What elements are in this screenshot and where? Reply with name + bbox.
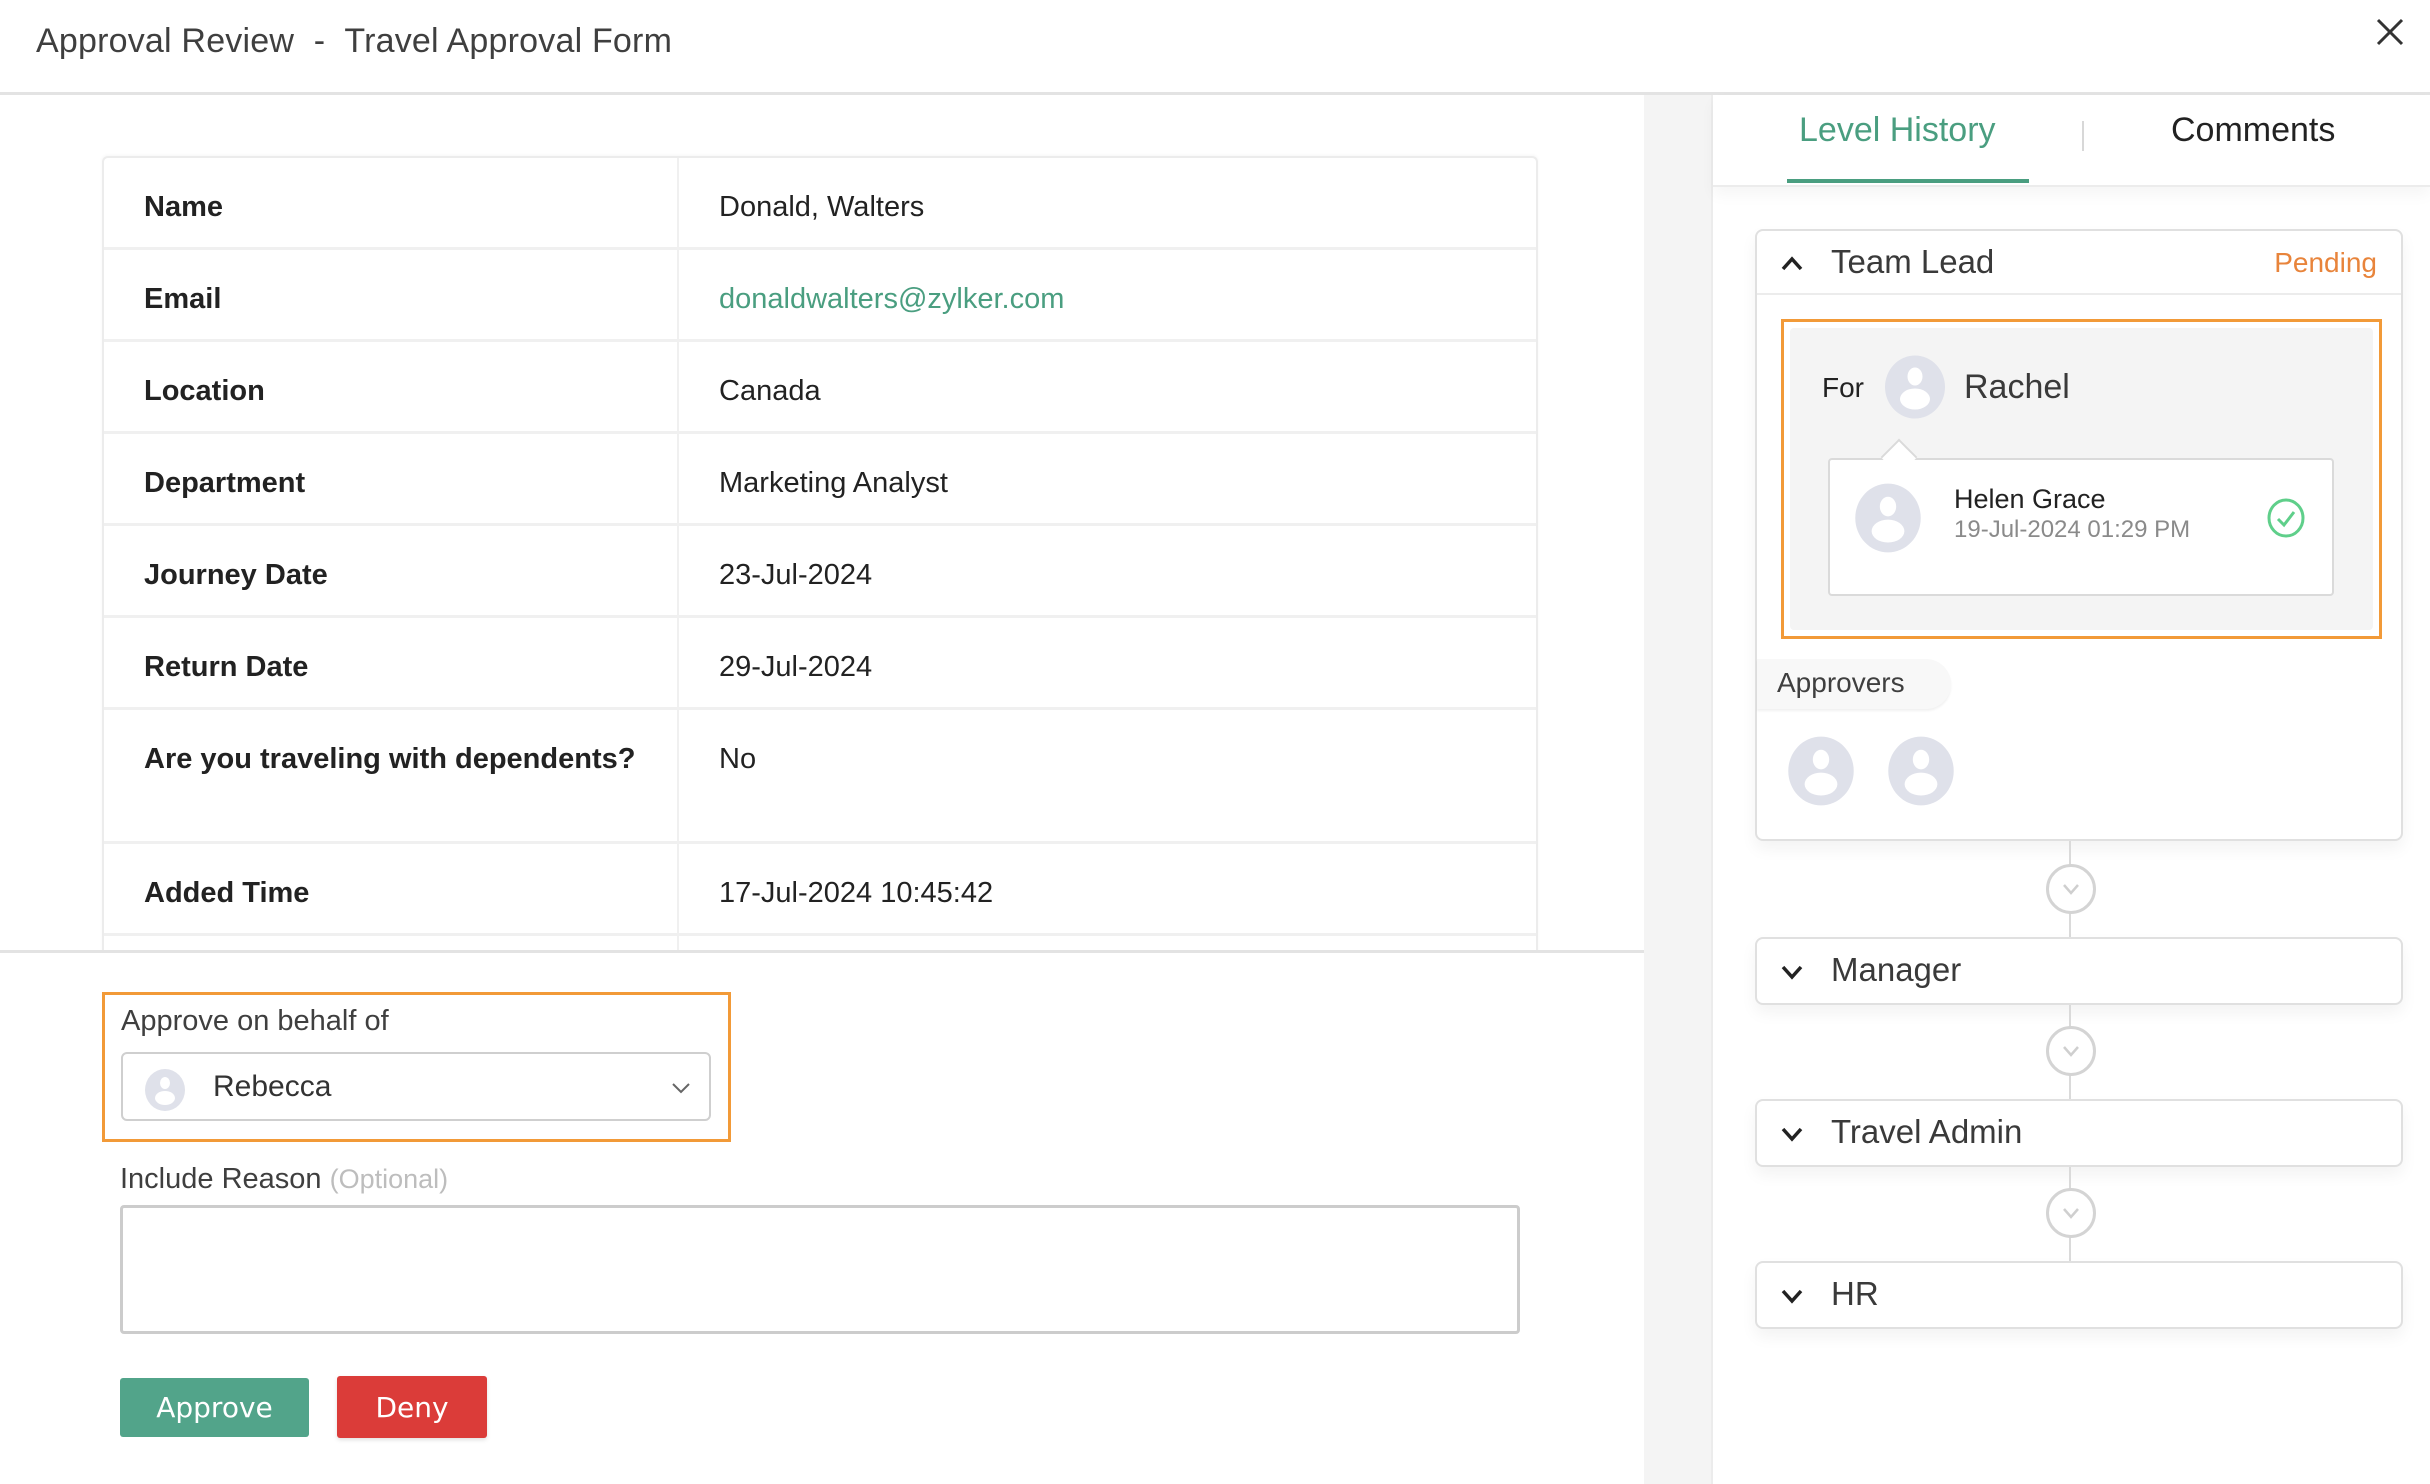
table-row: Email donaldwalters@zylker.com [104,250,1536,342]
tab-level-history[interactable]: Level History [1799,111,1996,150]
approver-avatar-icon[interactable] [1785,735,1857,807]
delegate-name: Helen Grace [1954,484,2106,514]
chevron-down-icon [672,1083,690,1094]
field-value: Canada [719,375,821,407]
dialog-header: Approval Review - Travel Approval Form [0,0,2430,95]
approve-on-behalf-section: Approve on behalf of Rebecca [102,992,731,1142]
field-label [104,936,679,950]
delegation-highlight: For Rachel Helen Grace 19-Jul-2024 01:29… [1781,319,2382,639]
table-row: Location Canada [104,342,1536,434]
record-panel: Name Donald, Walters Email donaldwalters… [0,95,1644,1484]
for-label: For [1822,372,1864,403]
record-details-table: Name Donald, Walters Email donaldwalters… [102,156,1538,950]
approve-button[interactable]: Approve [120,1378,309,1437]
chevron-down-icon [2063,884,2079,895]
level-name: Team Lead [1831,243,1995,280]
side-panel: Level History Comments Team Lead Pending… [1713,95,2430,1484]
level-name: Manager [1831,951,1962,988]
field-label: Department [104,434,679,523]
level-name: Travel Admin [1831,1113,2023,1150]
field-value: No [719,743,757,775]
pointer-notch [1880,438,1918,476]
approve-on-behalf-select[interactable]: Rebecca [121,1052,711,1121]
title-separator: - [313,22,326,60]
approvers-label: Approvers [1757,659,1951,709]
level-card-manager: Manager [1755,937,2403,1005]
section-divider [0,950,1644,953]
field-value [679,936,1536,950]
table-row: Name Donald, Walters [104,158,1536,250]
tab-comments[interactable]: Comments [2171,111,2335,150]
approve-on-behalf-label: Approve on behalf of [121,1005,389,1037]
user-avatar-icon [143,1068,187,1112]
field-value: Marketing Analyst [719,467,948,499]
level-header-manager[interactable]: Manager [1757,939,2401,1003]
close-button[interactable] [2370,12,2410,52]
reason-label: Include Reason (Optional) [120,1163,448,1196]
table-row: Department Marketing Analyst [104,434,1536,526]
field-label: Return Date [104,618,679,707]
active-tab-indicator [1787,179,2029,183]
title-prefix: Approval Review [36,22,295,60]
level-card-team-lead: Team Lead Pending For Rachel Helen Grace… [1755,229,2403,841]
field-label: Location [104,342,679,431]
table-row: Added Time 17-Jul-2024 10:45:42 [104,844,1536,936]
chevron-down-icon [1781,1289,1803,1304]
field-value: 29-Jul-2024 [719,651,873,683]
chevron-down-icon [2063,1208,2079,1219]
table-row [104,936,1536,950]
record-scroll-area[interactable]: Name Donald, Walters Email donaldwalters… [0,95,1644,950]
check-circle-icon [2267,498,2305,538]
delegate-timestamp: 19-Jul-2024 01:29 PM [1954,516,2191,543]
title-form-name: Travel Approval Form [344,22,673,60]
level-status-badge: Pending [2274,247,2377,278]
reason-textarea[interactable] [120,1205,1520,1334]
chevron-down-icon [1781,1127,1803,1142]
field-label: Name [104,158,679,247]
user-avatar-icon [1852,482,1924,554]
email-link[interactable]: donaldwalters@zylker.com [679,250,1536,339]
table-row: Are you traveling with dependents? No [104,710,1536,844]
field-value: Donald, Walters [719,191,925,223]
optional-hint: (Optional) [329,1164,449,1194]
reason-label-text: Include Reason [120,1163,322,1195]
level-card-hr: HR [1755,1261,2403,1329]
table-row: Return Date 29-Jul-2024 [104,618,1536,710]
tab-divider [2082,121,2084,151]
approver-avatar-icon[interactable] [1885,735,1957,807]
level-header-travel-admin[interactable]: Travel Admin [1757,1101,2401,1165]
field-label: Are you traveling with dependents? [104,710,679,841]
level-connector [2046,1026,2096,1076]
level-name: HR [1831,1275,1879,1312]
delegate-approver-card: Helen Grace 19-Jul-2024 01:29 PM [1828,438,2334,596]
level-connector [2046,864,2096,914]
deny-button[interactable]: Deny [337,1376,487,1438]
original-approver-name: Rachel [1964,368,2070,406]
field-label: Added Time [104,844,679,933]
field-value: 23-Jul-2024 [719,559,873,591]
field-label: Journey Date [104,526,679,615]
close-icon [2376,18,2404,46]
side-tabs: Level History Comments [1713,95,2430,187]
field-label: Email [104,250,679,339]
level-header-team-lead[interactable]: Team Lead Pending [1757,231,2401,295]
chevron-down-icon [1781,965,1803,980]
chevron-down-icon [2063,1046,2079,1057]
panel-gutter [1644,95,1713,1484]
approvers-label-text: Approvers [1777,667,1905,698]
selected-user: Rebecca [213,1070,332,1103]
dialog-title: Approval Review - Travel Approval Form [36,22,672,61]
field-value: 17-Jul-2024 10:45:42 [719,877,994,909]
chevron-up-icon [1781,256,1803,271]
user-avatar-icon [1882,354,1948,420]
level-card-travel-admin: Travel Admin [1755,1099,2403,1167]
level-header-hr[interactable]: HR [1757,1263,2401,1327]
table-row: Journey Date 23-Jul-2024 [104,526,1536,618]
level-connector [2046,1188,2096,1238]
delegation-box: For Rachel Helen Grace 19-Jul-2024 01:29… [1790,328,2373,630]
